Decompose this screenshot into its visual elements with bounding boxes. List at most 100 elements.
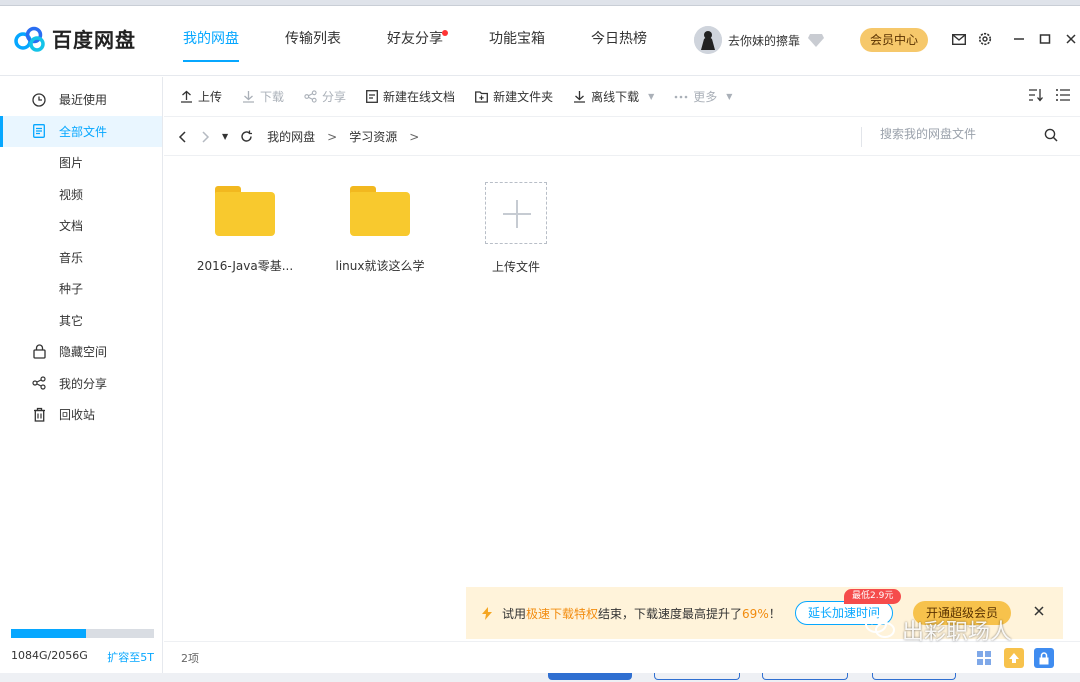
taskbar-edge [0,673,1080,682]
user-profile[interactable]: 去你妹的擦靠 [694,26,825,54]
trash-icon [30,406,48,424]
upload-button[interactable]: 上传 [180,88,222,105]
settings-gear-icon[interactable] [974,28,996,50]
minimize-icon[interactable] [1008,28,1030,50]
history-dropdown-icon[interactable]: ▼ [222,132,228,141]
storage-progress-bar [11,629,154,638]
offline-download-button[interactable]: 离线下载 ▼ [573,88,654,105]
vip-center-button[interactable]: 会员中心 [860,28,928,52]
clock-icon [30,91,48,109]
sidebar-item-documents[interactable]: 文档 [0,210,162,242]
new-folder-icon [475,90,489,103]
avatar[interactable] [694,26,722,54]
share-icon [304,90,317,103]
file-name: 2016-Java零基... [196,259,294,273]
download-icon [242,90,255,103]
sidebar: 最近使用 全部文件 图片 视频 文档 音乐 种子 其它 隐藏空间 我的分享 回收… [0,77,163,682]
sidebar-item-torrents[interactable]: 种子 [0,273,162,305]
chevron-down-icon: ▼ [726,92,733,101]
new-online-doc-button[interactable]: 新建在线文档 [366,88,455,105]
tab-transfer-list[interactable]: 传输列表 [272,6,354,76]
lightning-icon [482,607,492,620]
wechat-icon [864,614,896,646]
breadcrumb-separator-icon: > [327,129,338,144]
notification-dot [442,30,448,36]
storage-progress-fill [11,629,87,638]
download-button[interactable]: 下载 [242,88,284,105]
sidebar-item-my-shares[interactable]: 我的分享 [0,368,162,400]
sidebar-item-images[interactable]: 图片 [0,147,162,179]
search-box [861,127,1066,147]
more-button[interactable]: 更多 ▼ [674,88,732,105]
sidebar-item-recycle-bin[interactable]: 回收站 [0,399,162,431]
tab-my-netdisk[interactable]: 我的网盘 [170,6,252,76]
main-nav: 我的网盘 传输列表 好友分享 功能宝箱 今日热榜 [170,6,680,76]
file-grid: 2016-Java零基... linux就该这么学 上传文件 [164,157,1080,642]
close-icon[interactable] [1060,28,1080,50]
username: 去你妹的擦靠 [728,33,801,48]
search-input[interactable] [880,127,1040,141]
sort-icon[interactable] [1028,88,1044,102]
sidebar-item-recent[interactable]: 最近使用 [0,84,162,116]
new-folder-button[interactable]: 新建文件夹 [475,88,553,105]
new-doc-icon [366,90,378,103]
sidebar-item-hidden-space[interactable]: 隐藏空间 [0,336,162,368]
offline-download-label: 离线下载 [591,90,640,104]
refresh-icon[interactable] [240,130,253,143]
promo-text-a: 试用 [502,607,527,621]
upload-file-label: 上传文件 [491,260,540,274]
sidebar-item-label: 隐藏空间 [59,345,108,360]
plus-icon [485,182,547,244]
sidebar-item-label: 我的分享 [59,376,108,391]
tab-friend-share[interactable]: 好友分享 [374,6,456,76]
baidu-cloud-logo-icon [14,26,46,52]
tab-hot-list[interactable]: 今日热榜 [578,6,660,76]
breadcrumb-item-root[interactable]: 我的网盘 [267,128,315,145]
back-icon[interactable] [178,130,188,143]
breadcrumb: 我的网盘 > 学习资源 > [267,128,431,145]
lock-icon[interactable] [1034,648,1054,668]
file-item-folder[interactable]: linux就该这么学 [320,179,440,274]
storage-used-text: 1084G/2056G [11,649,88,662]
more-label: 更多 [693,90,718,104]
price-badge: 最低2.9元 [844,589,902,604]
watermark: 出彩职场人 [864,614,1012,646]
mail-icon[interactable] [948,28,970,50]
offline-download-icon [573,90,586,103]
chevron-down-icon: ▼ [648,92,655,101]
sidebar-item-all-files[interactable]: 全部文件 [0,115,162,147]
upload-label: 上传 [198,90,223,104]
sidebar-item-music[interactable]: 音乐 [0,242,162,274]
maximize-icon[interactable] [1034,28,1056,50]
expand-storage-link[interactable]: 扩容至5T [107,649,154,665]
vip-diamond-icon [808,33,825,47]
header-icons [948,28,1080,50]
document-icon [30,122,48,140]
apps-grid-icon[interactable] [974,648,994,668]
upgrade-icon[interactable] [1004,648,1024,668]
folder-icon [350,186,410,236]
sidebar-item-other[interactable]: 其它 [0,305,162,337]
tab-friend-share-label: 好友分享 [387,31,443,47]
app-title: 百度网盘 [52,28,136,52]
app-logo[interactable]: 百度网盘 [14,24,136,53]
close-icon[interactable] [1031,603,1047,619]
share-button[interactable]: 分享 [304,88,346,105]
file-item-folder[interactable]: 2016-Java零基... [185,179,305,274]
promo-text-c: ！ [768,607,781,621]
file-toolbar: 上传 下载 分享 新建在线文档 新建文件夹 离线下载 ▼ 更多 ▼ [164,77,1080,117]
upload-file-tile[interactable]: 上传文件 [456,179,576,275]
tab-toolbox[interactable]: 功能宝箱 [476,6,558,76]
sidebar-item-label: 回收站 [59,408,96,423]
sidebar-item-label: 最近使用 [59,93,108,108]
breadcrumb-item-current[interactable]: 学习资源 [349,128,397,145]
list-view-icon[interactable] [1056,88,1070,102]
search-icon[interactable] [1044,128,1058,145]
share-label: 分享 [322,90,347,104]
forward-icon[interactable] [200,130,210,143]
breadcrumb-separator-icon: > [409,129,420,144]
sidebar-item-videos[interactable]: 视频 [0,179,162,211]
baidu-netdisk-window: 百度网盘 我的网盘 传输列表 好友分享 功能宝箱 今日热榜 去你妹的擦靠 会员中… [0,0,1080,682]
path-bar: ▼ 我的网盘 > 学习资源 > [164,118,1080,156]
promo-highlight: 极速下载特权 [526,607,599,621]
